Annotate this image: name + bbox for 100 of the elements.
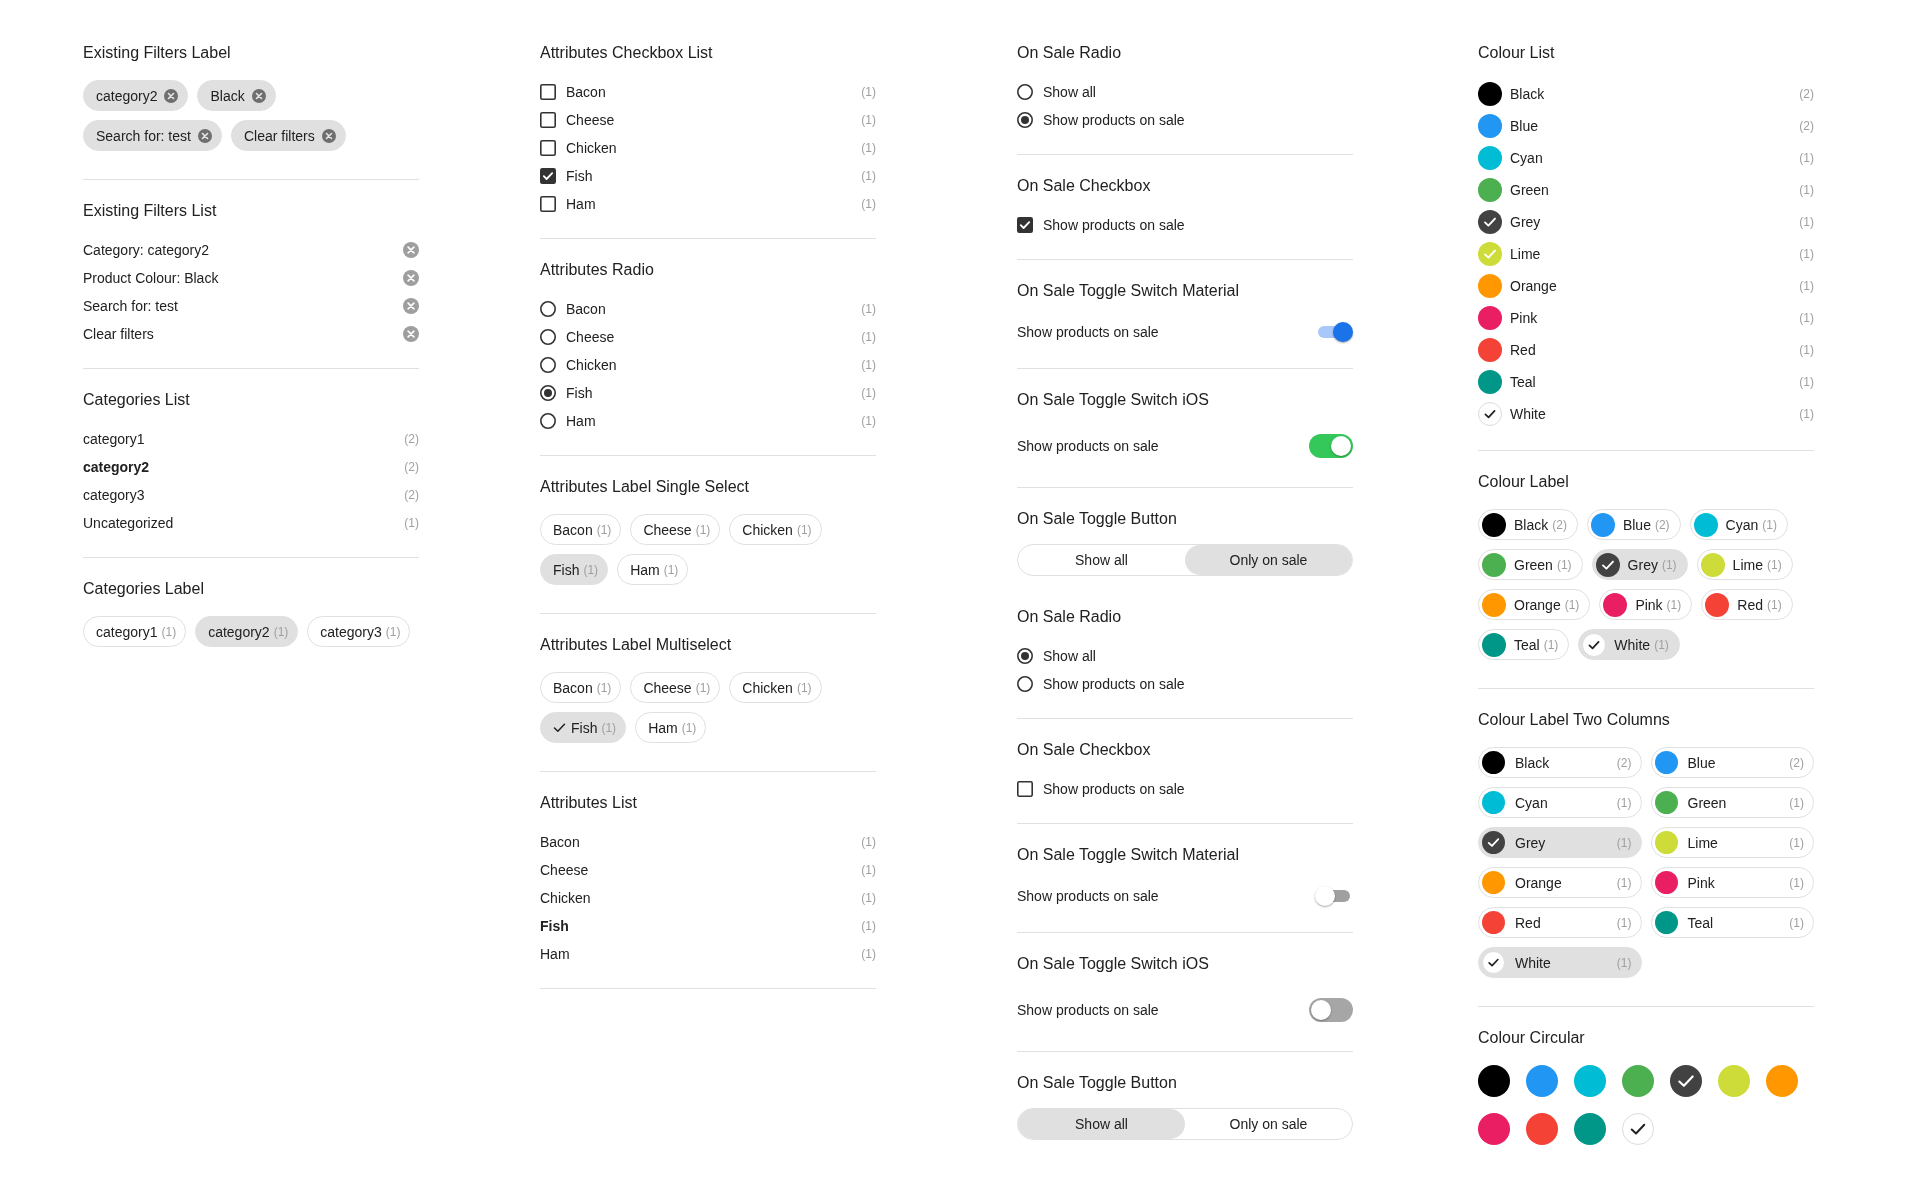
- swatch-icon[interactable]: [1622, 1065, 1654, 1097]
- filter-link[interactable]: White: [1510, 403, 1546, 425]
- section-title: Colour Label Two Columns: [1478, 710, 1671, 730]
- checkbox[interactable]: [1017, 217, 1033, 233]
- colour-chip[interactable]: Cyan (1): [1478, 787, 1642, 818]
- filter-chip[interactable]: Cheese (1): [630, 514, 721, 545]
- toggle-switch[interactable]: [1309, 434, 1353, 458]
- colour-chip[interactable]: Blue (2): [1650, 747, 1814, 778]
- colour-chip[interactable]: Red (1): [1701, 589, 1793, 620]
- filter-chip[interactable]: Search for: test: [83, 120, 222, 151]
- colour-chip[interactable]: Cyan (1): [1689, 509, 1788, 540]
- filter-link[interactable]: category1: [83, 428, 145, 450]
- filter-chip[interactable]: category3 (1): [307, 616, 411, 647]
- segment-button[interactable]: Only on sale: [1185, 545, 1352, 575]
- checkbox[interactable]: [540, 140, 556, 156]
- colour-chip[interactable]: Lime (1): [1696, 549, 1793, 580]
- filter-chip[interactable]: Clear filters: [230, 120, 346, 151]
- colour-chip[interactable]: Green (1): [1478, 549, 1583, 580]
- segment-button[interactable]: Show all: [1018, 545, 1185, 575]
- filter-link[interactable]: Bacon: [540, 831, 580, 853]
- filter-chip[interactable]: category2 (1): [195, 616, 299, 647]
- option-label: Show products on sale: [1017, 436, 1159, 456]
- filter-chip[interactable]: Fish (1): [540, 554, 609, 585]
- colour-chip[interactable]: Green (1): [1650, 787, 1814, 818]
- filter-link[interactable]: Ham: [540, 943, 570, 965]
- checkbox[interactable]: [540, 84, 556, 100]
- swatch-icon[interactable]: [1574, 1065, 1606, 1097]
- item-count: (1): [861, 385, 876, 402]
- filter-link[interactable]: Black: [1510, 83, 1545, 105]
- filter-link[interactable]: Blue: [1510, 115, 1539, 137]
- radio-button[interactable]: [540, 301, 556, 317]
- swatch-icon[interactable]: [1574, 1113, 1606, 1145]
- colour-chip[interactable]: Pink (1): [1650, 867, 1814, 898]
- radio-button[interactable]: [540, 413, 556, 429]
- radio-button[interactable]: [540, 357, 556, 373]
- filter-link[interactable]: Pink: [1510, 307, 1538, 329]
- colour-chip[interactable]: Pink (1): [1599, 589, 1693, 620]
- filter-link[interactable]: Fish: [540, 915, 569, 937]
- filter-chip[interactable]: Ham (1): [617, 554, 689, 585]
- filter-link[interactable]: Lime: [1510, 243, 1541, 265]
- colour-chip[interactable]: Teal (1): [1478, 629, 1570, 660]
- filter-link[interactable]: Teal: [1510, 371, 1536, 393]
- filter-chip[interactable]: Ham (1): [635, 712, 707, 743]
- colour-chip[interactable]: White (1): [1478, 947, 1642, 978]
- swatch-icon[interactable]: [1766, 1065, 1798, 1097]
- filter-link[interactable]: Uncategorized: [83, 512, 174, 534]
- filter-link[interactable]: Red: [1510, 339, 1536, 361]
- swatch-icon[interactable]: [1478, 1065, 1510, 1097]
- swatch-icon[interactable]: [1526, 1113, 1558, 1145]
- checkbox[interactable]: [1017, 781, 1033, 797]
- colour-chip[interactable]: White (1): [1578, 629, 1680, 660]
- colour-chip[interactable]: Blue (2): [1586, 509, 1681, 540]
- filter-chip[interactable]: Black: [197, 80, 276, 111]
- filter-link[interactable]: category3: [83, 484, 145, 506]
- colour-chip[interactable]: Lime (1): [1650, 827, 1814, 858]
- option-label: Cheese: [566, 110, 615, 130]
- toggle-switch[interactable]: [1309, 998, 1353, 1022]
- filter-chip[interactable]: Bacon (1): [540, 672, 622, 703]
- checkbox[interactable]: [540, 196, 556, 212]
- close-icon[interactable]: [403, 242, 419, 258]
- colour-chip[interactable]: Red (1): [1478, 907, 1642, 938]
- filter-chip[interactable]: Bacon (1): [540, 514, 622, 545]
- colour-chip[interactable]: Grey (1): [1591, 549, 1688, 580]
- segment-button[interactable]: Only on sale: [1185, 1109, 1352, 1139]
- swatch-check-icon[interactable]: [1622, 1113, 1654, 1145]
- filter-chip[interactable]: category2: [83, 80, 189, 111]
- checkbox[interactable]: [540, 112, 556, 128]
- close-icon[interactable]: [403, 298, 419, 314]
- swatch-icon[interactable]: [1478, 1113, 1510, 1145]
- filter-link[interactable]: category2: [83, 456, 150, 478]
- colour-chip[interactable]: Orange (1): [1478, 867, 1642, 898]
- close-icon[interactable]: [403, 270, 419, 286]
- checkbox[interactable]: [540, 168, 556, 184]
- filter-link[interactable]: Chicken: [540, 887, 591, 909]
- filter-link[interactable]: Cheese: [540, 859, 589, 881]
- filter-chip[interactable]: Chicken (1): [729, 672, 822, 703]
- close-icon[interactable]: [403, 326, 419, 342]
- segment-button[interactable]: Show all: [1018, 1109, 1185, 1139]
- filter-link[interactable]: Orange: [1510, 275, 1557, 297]
- radio-button[interactable]: [540, 385, 556, 401]
- radio-button[interactable]: [1017, 84, 1033, 100]
- swatch-icon[interactable]: [1526, 1065, 1558, 1097]
- filter-chip[interactable]: Chicken (1): [729, 514, 822, 545]
- colour-chip[interactable]: Grey (1): [1478, 827, 1642, 858]
- radio-button[interactable]: [1017, 648, 1033, 664]
- filter-chip[interactable]: Fish (1): [540, 712, 627, 743]
- filter-link[interactable]: Grey: [1510, 211, 1541, 233]
- filter-chip[interactable]: category1 (1): [83, 616, 187, 647]
- colour-chip[interactable]: Orange (1): [1478, 589, 1591, 620]
- radio-button[interactable]: [1017, 112, 1033, 128]
- swatch-icon[interactable]: [1718, 1065, 1750, 1097]
- radio-button[interactable]: [540, 329, 556, 345]
- radio-button[interactable]: [1017, 676, 1033, 692]
- filter-link[interactable]: Cyan: [1510, 147, 1543, 169]
- filter-link[interactable]: Green: [1510, 179, 1549, 201]
- filter-chip[interactable]: Cheese (1): [630, 672, 721, 703]
- colour-chip[interactable]: Teal (1): [1650, 907, 1814, 938]
- colour-chip[interactable]: Black (2): [1478, 747, 1642, 778]
- swatch-check-icon[interactable]: [1670, 1065, 1702, 1097]
- colour-chip[interactable]: Black (2): [1478, 509, 1578, 540]
